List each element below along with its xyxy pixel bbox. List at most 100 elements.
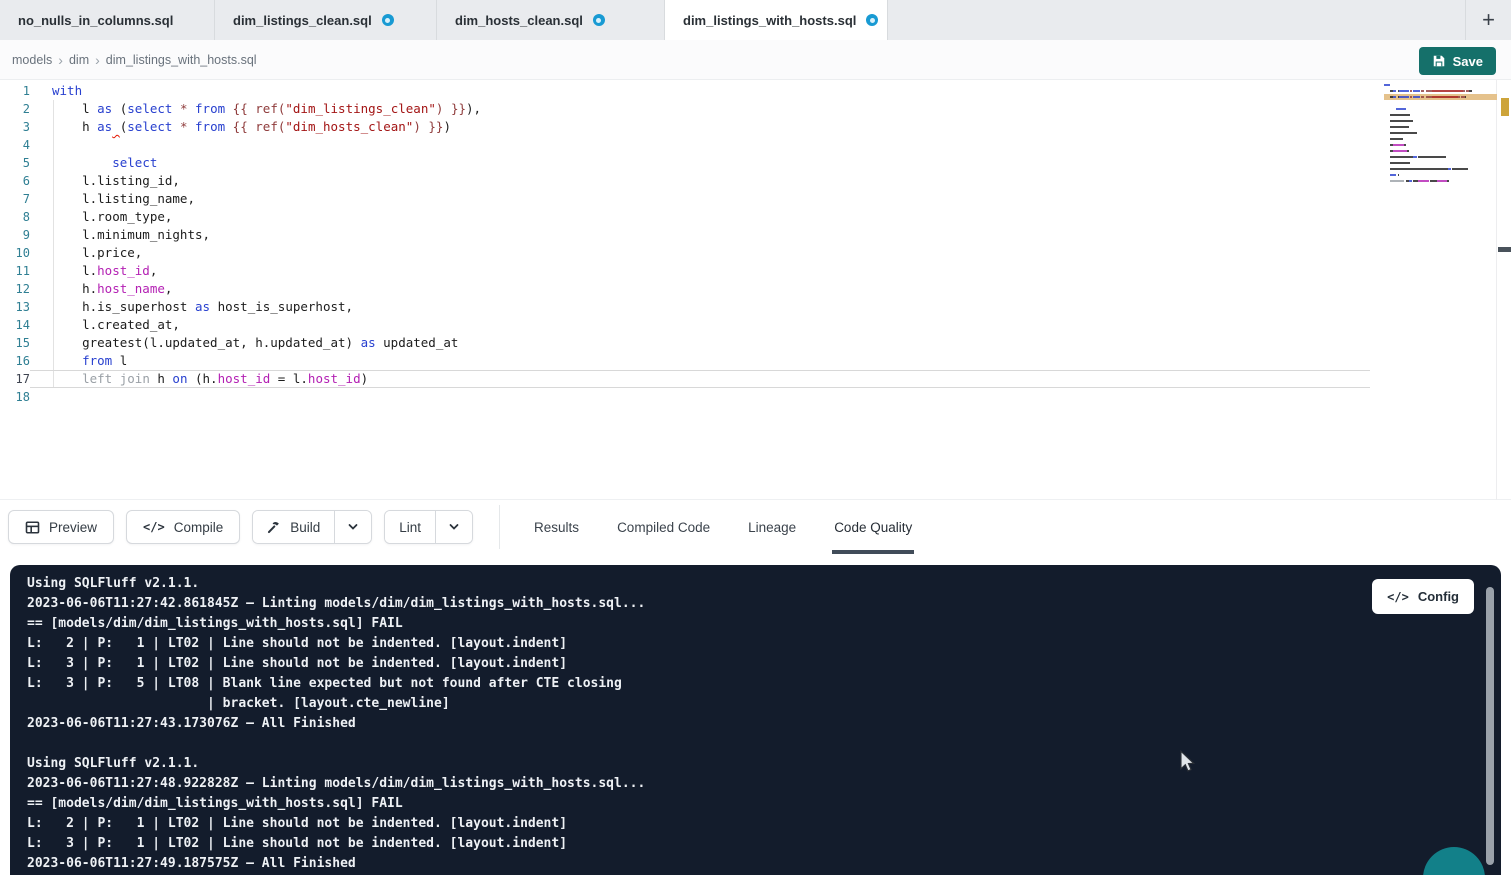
line-number: 2 (0, 100, 30, 118)
terminal-output: Using SQLFluff v2.1.1.2023-06-06T11:27:4… (10, 565, 1501, 874)
code-text: l as (select * from {{ ref("dim_listings… (30, 100, 481, 118)
unsaved-changes-dot-icon (382, 14, 394, 26)
terminal-panel: Using SQLFluff v2.1.1.2023-06-06T11:27:4… (10, 565, 1501, 875)
code-text: left join h on (h.host_id = l.host_id) (30, 370, 1370, 388)
code-line[interactable]: 15 greatest(l.updated_at, h.updated_at) … (0, 334, 1511, 352)
code-line[interactable]: 3 h as (select * from {{ ref("dim_hosts_… (0, 118, 1511, 136)
toolbar-divider (499, 505, 500, 549)
lint-options-button[interactable] (435, 511, 472, 543)
unsaved-changes-dot-icon (593, 14, 605, 26)
terminal-line: 2023-06-06T11:27:43.173076Z — All Finish… (27, 714, 1501, 734)
line-number: 10 (0, 244, 30, 262)
line-number: 17 (0, 370, 30, 388)
code-text: l.room_type, (30, 208, 172, 226)
new-tab-button[interactable]: + (1465, 0, 1511, 40)
terminal-line: == [models/dim/dim_listings_with_hosts.s… (27, 794, 1501, 814)
save-label: Save (1453, 54, 1483, 69)
result-tab-lineage[interactable]: Lineage (746, 500, 798, 554)
plus-icon: + (1482, 9, 1495, 31)
result-tab-compiled-code[interactable]: Compiled Code (615, 500, 712, 554)
line-number: 14 (0, 316, 30, 334)
hammer-icon (267, 520, 281, 534)
tab-dim_listings_with_hosts.sql[interactable]: dim_listings_with_hosts.sql (665, 0, 888, 40)
tab-label: dim_hosts_clean.sql (455, 13, 583, 28)
build-options-button[interactable] (334, 511, 371, 543)
code-text: h.host_name, (30, 280, 172, 298)
tab-strip: no_nulls_in_columns.sqldim_listings_clea… (0, 0, 888, 40)
build-split-button: Build (252, 510, 372, 544)
terminal-line: L: 2 | P: 1 | LT02 | Line should not be … (27, 814, 1501, 834)
terminal-line (27, 734, 1501, 754)
preview-button[interactable]: Preview (8, 510, 114, 544)
chevron-down-icon (448, 521, 460, 533)
terminal-line: L: 3 | P: 5 | LT08 | Blank line expected… (27, 674, 1501, 694)
code-line[interactable]: 11 l.host_id, (0, 262, 1511, 280)
code-text: select (30, 154, 157, 172)
chevron-down-icon (347, 521, 359, 533)
unsaved-changes-dot-icon (866, 14, 878, 26)
line-number: 12 (0, 280, 30, 298)
lint-button[interactable]: Lint (385, 511, 435, 543)
tab-dim_listings_clean.sql[interactable]: dim_listings_clean.sql (215, 0, 437, 40)
code-editor[interactable]: 1with2 l as (select * from {{ ref("dim_l… (0, 80, 1511, 500)
code-line[interactable]: 1with (0, 82, 1511, 100)
line-number: 9 (0, 226, 30, 244)
code-line[interactable]: 14 l.created_at, (0, 316, 1511, 334)
config-label: Config (1418, 589, 1459, 604)
line-number: 4 (0, 136, 30, 154)
code-line[interactable]: 5 select (0, 154, 1511, 172)
minimap[interactable] (1384, 82, 1497, 202)
terminal-line: 2023-06-06T11:27:49.187575Z — All Finish… (27, 854, 1501, 874)
save-button[interactable]: Save (1419, 47, 1496, 75)
code-text: h as (select * from {{ ref("dim_hosts_cl… (30, 118, 451, 136)
compile-label: Compile (174, 520, 224, 535)
breadcrumb: models›dim›dim_listings_with_hosts.sql (12, 52, 257, 68)
line-number: 15 (0, 334, 30, 352)
save-icon (1432, 54, 1446, 68)
code-text: l.minimum_nights, (30, 226, 210, 244)
code-line[interactable]: 17 left join h on (h.host_id = l.host_id… (0, 370, 1511, 388)
tab-no_nulls_in_columns.sql[interactable]: no_nulls_in_columns.sql (0, 0, 215, 40)
terminal-line: 2023-06-06T11:27:42.861845Z — Linting mo… (27, 594, 1501, 614)
code-text: l.listing_name, (30, 190, 195, 208)
lint-label: Lint (399, 520, 421, 535)
result-tab-code-quality[interactable]: Code Quality (832, 500, 914, 554)
code-line[interactable]: 10 l.price, (0, 244, 1511, 262)
code-line[interactable]: 13 h.is_superhost as host_is_superhost, (0, 298, 1511, 316)
code-line[interactable]: 9 l.minimum_nights, (0, 226, 1511, 244)
line-number: 16 (0, 352, 30, 370)
breadcrumb-item[interactable]: dim_listings_with_hosts.sql (106, 53, 257, 67)
line-number: 18 (0, 388, 30, 406)
code-text: h.is_superhost as host_is_superhost, (30, 298, 353, 316)
result-tab-results[interactable]: Results (532, 500, 581, 554)
result-tabs: Results Compiled Code Lineage Code Quality (515, 500, 931, 554)
code-line[interactable]: 7 l.listing_name, (0, 190, 1511, 208)
config-button[interactable]: </> Config (1372, 579, 1474, 614)
code-line[interactable]: 8 l.room_type, (0, 208, 1511, 226)
terminal-scrollbar[interactable] (1486, 587, 1494, 865)
terminal-line: == [models/dim/dim_listings_with_hosts.s… (27, 614, 1501, 634)
code-line[interactable]: 2 l as (select * from {{ ref("dim_listin… (0, 100, 1511, 118)
code-line[interactable]: 18 (0, 388, 1511, 406)
code-text: l.price, (30, 244, 142, 262)
build-label: Build (290, 520, 320, 535)
breadcrumb-item[interactable]: dim (69, 53, 89, 67)
code-line[interactable]: 12 h.host_name, (0, 280, 1511, 298)
code-line[interactable]: 6 l.listing_id, (0, 172, 1511, 190)
preview-label: Preview (49, 520, 97, 535)
terminal-line: Using SQLFluff v2.1.1. (27, 574, 1501, 594)
breadcrumb-item[interactable]: models (12, 53, 52, 67)
terminal-line: L: 3 | P: 1 | LT02 | Line should not be … (27, 834, 1501, 854)
code-text: l.listing_id, (30, 172, 180, 190)
editor-tab-bar: no_nulls_in_columns.sqldim_listings_clea… (0, 0, 1511, 40)
tab-dim_hosts_clean.sql[interactable]: dim_hosts_clean.sql (437, 0, 665, 40)
terminal-line: Using SQLFluff v2.1.1. (27, 754, 1501, 774)
lint-squiggle (112, 119, 120, 134)
code-text: from l (30, 352, 127, 370)
compile-button[interactable]: </> Compile (126, 510, 240, 544)
code-line[interactable]: 4 (0, 136, 1511, 154)
code-brackets-icon: </> (1387, 590, 1409, 604)
build-button[interactable]: Build (253, 511, 334, 543)
terminal-line: 2023-06-06T11:27:48.922828Z — Linting mo… (27, 774, 1501, 794)
code-line[interactable]: 16 from l (0, 352, 1511, 370)
